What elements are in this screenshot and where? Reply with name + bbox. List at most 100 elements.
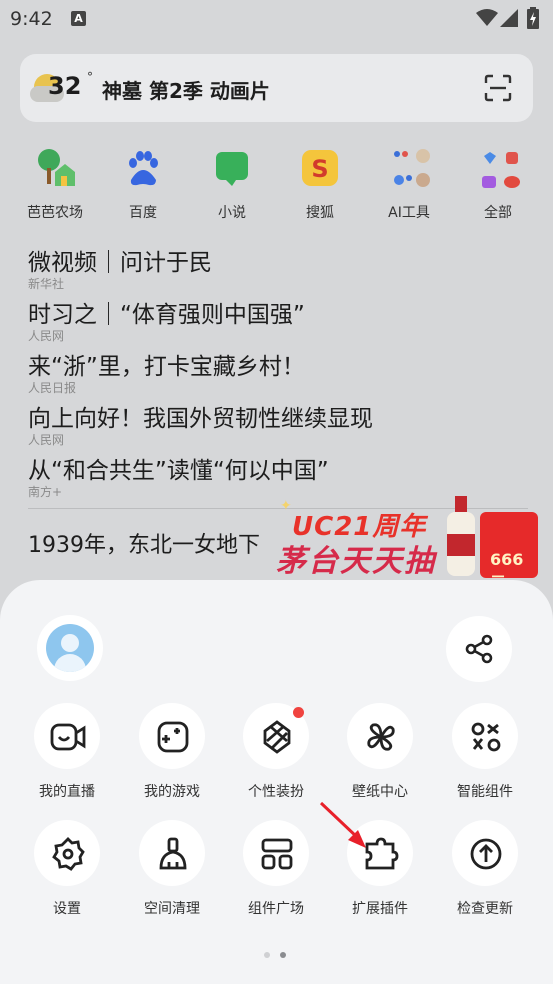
wallpaper-icon [367,723,395,751]
temperature: 32 [48,72,82,100]
settings-gear-icon [52,837,85,871]
ai-tools-grid-icon [389,148,430,188]
scan-icon[interactable] [484,74,512,102]
battery-charging-icon [527,7,539,29]
all-apps-grid-icon [478,148,520,188]
shortcut-label: 小说 [218,205,246,221]
menu-label: 个性装扮 [248,784,304,800]
menu-icon-circle [243,703,309,769]
menu-icon-circle [34,703,100,769]
page-dot-2[interactable] [280,952,286,958]
notification-a-icon: A [71,11,86,26]
shortcut-row: 芭芭农场 百度 小说 S 搜狐 AI工具 全部 [0,148,553,228]
news-source: 人民网 [28,329,65,343]
share-icon [465,634,493,664]
shortcut-baidu[interactable]: 百度 [108,148,178,222]
menu-icon-circle [243,820,309,886]
shortcut-label: 芭芭农场 [27,205,83,221]
broom-icon [159,837,187,870]
menu-icon-circle [139,820,205,886]
weather-widget[interactable]: 32 ° [30,68,93,108]
news-title[interactable]: 向上向好！我国外贸韧性继续显现 [28,404,528,434]
news-item[interactable]: 从“和合共生”读懂“何以中国” 南方+ [28,456,528,499]
user-avatar-icon[interactable] [37,615,103,681]
promo-banner[interactable]: ✦ UC21周年 茅台天天抽 666元 [270,494,540,592]
menu-space-cleanup[interactable]: 空间清理 [127,820,217,918]
news-source: 人民网 [28,433,65,447]
sparkle-icon: ✦ [280,498,292,514]
menu-label: 检查更新 [457,901,513,917]
widget-grid-icon [261,838,293,870]
shortcut-baba-farm[interactable]: 芭芭农场 [20,148,90,222]
promo-line2: 茅台天天抽 [276,544,436,579]
news-item[interactable]: 向上向好！我国外贸韧性继续显现 人民网 [28,404,528,447]
menu-label: 空间清理 [144,901,200,917]
shortcut-all[interactable]: 全部 [463,148,533,222]
status-bar: 9:42 A [0,0,553,38]
news-item[interactable]: 微视频｜问计于民 新华社 [28,248,528,291]
menu-label: 组件广场 [248,901,304,917]
search-bar[interactable]: 32 ° 神墓 第2季 动画片 [20,54,533,122]
menu-settings[interactable]: 设置 [22,820,112,918]
menu-my-live[interactable]: 我的直播 [22,703,112,801]
new-badge-dot [293,707,304,718]
menu-icon-circle [452,820,518,886]
shortcut-novel[interactable]: 小说 [197,148,267,222]
page-indicator [264,952,294,960]
avatar-head [61,634,79,652]
news-source: 人民日报 [28,381,77,395]
menu-label: 扩展插件 [352,901,408,917]
menu-label: 我的直播 [39,784,95,800]
shortcut-label: AI工具 [388,205,430,221]
news-item[interactable]: 来“浙”里，打卡宝藏乡村！ 人民日报 [28,352,528,395]
book-chat-icon [212,148,252,188]
menu-my-games[interactable]: 我的游戏 [127,703,217,801]
news-item[interactable]: 时习之｜“体育强则中国强” 人民网 [28,300,528,343]
baidu-paw-icon [123,148,163,188]
game-icon [157,721,189,753]
menu-icon-circle [139,703,205,769]
wifi-icon [476,9,498,26]
live-camera-icon [50,723,86,751]
menu-label: 设置 [53,901,81,917]
status-time: 9:42 [10,8,53,30]
tree-house-icon [35,148,75,188]
search-query[interactable]: 神墓 第2季 动画片 [102,75,270,104]
shortcut-label: 搜狐 [306,205,334,221]
shortcut-label: 百度 [129,205,157,221]
degree-symbol: ° [87,70,93,84]
sohu-icon: S [300,148,340,188]
signal-icon [500,9,518,27]
news-title[interactable]: 从“和合共生”读懂“何以中国” [28,456,528,486]
menu-smart-widget[interactable]: 智能组件 [440,703,530,801]
avatar-body [54,654,86,672]
menu-wallpaper[interactable]: 壁纸中心 [335,703,425,801]
menu-label: 我的游戏 [144,784,200,800]
red-envelope-icon: 666元 [480,512,538,592]
menu-theme[interactable]: 个性装扮 [231,703,321,801]
liquor-bottle-icon [447,496,475,576]
menu-icon-circle [34,820,100,886]
bottom-menu-sheet: 我的直播 我的游戏 个性装扮 壁纸中心 智能组件 设置 空间清理 组件广场 扩展… [0,580,553,984]
menu-check-update[interactable]: 检查更新 [440,820,530,918]
menu-icon-circle [347,703,413,769]
news-source: 新华社 [28,277,65,291]
shortcut-sohu[interactable]: S 搜狐 [285,148,355,222]
theme-icon [263,720,291,754]
annotation-arrow-icon [319,801,366,848]
share-button[interactable] [446,616,512,682]
update-arrow-icon [470,838,502,870]
menu-widget-plaza[interactable]: 组件广场 [231,820,321,918]
menu-label: 智能组件 [457,784,513,800]
shortcut-ai-tools[interactable]: AI工具 [374,148,444,222]
smart-widget-icon [471,722,501,752]
avatar-image [46,624,94,672]
svg-text:S: S [311,155,328,183]
news-title[interactable]: 时习之｜“体育强则中国强” [28,300,528,330]
page-dot-1[interactable] [264,952,270,958]
menu-icon-circle [452,703,518,769]
menu-label: 壁纸中心 [352,784,408,800]
shortcut-label: 全部 [484,205,512,221]
news-title[interactable]: 来“浙”里，打卡宝藏乡村！ [28,352,528,382]
news-title[interactable]: 微视频｜问计于民 [28,248,528,278]
